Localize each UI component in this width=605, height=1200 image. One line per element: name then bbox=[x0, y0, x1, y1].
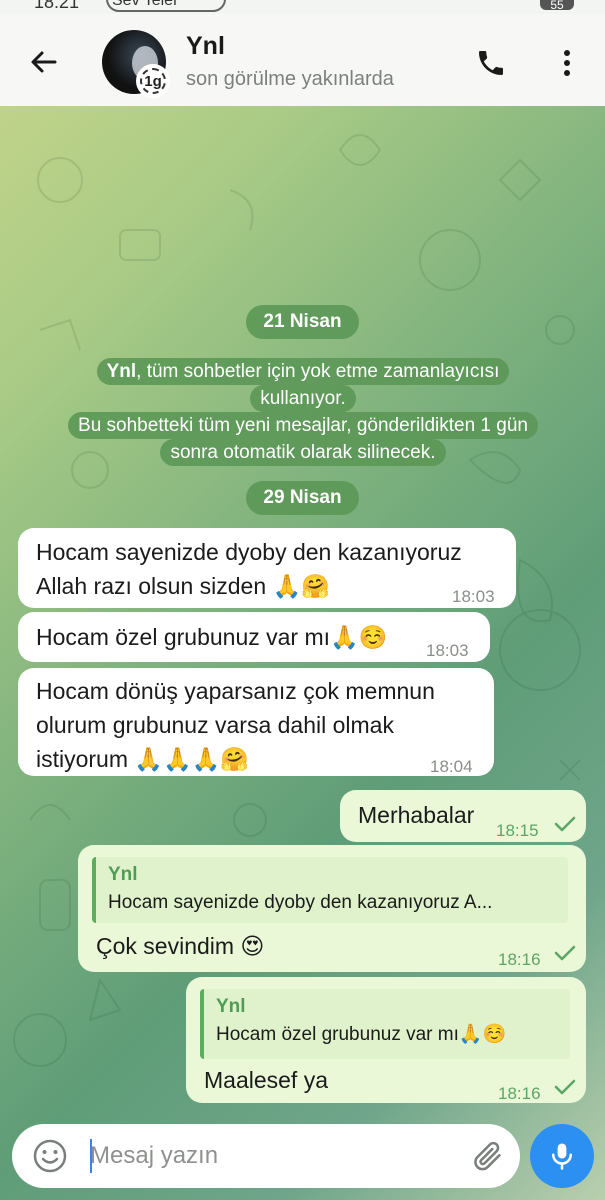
message-text: Çok sevindim 😍 bbox=[96, 933, 265, 959]
microphone-icon bbox=[552, 1143, 572, 1170]
message-time: 18:16 bbox=[498, 950, 541, 969]
contact-name[interactable]: Ynl bbox=[186, 32, 225, 61]
incoming-message[interactable]: Hocam özel grubunuz var mı🙏☺️ 18:03 bbox=[18, 612, 490, 662]
service-text-1: , tüm sohbetler için yok etme zamanlayıc… bbox=[136, 361, 500, 382]
reply-quote[interactable]: Ynl Hocam özel grubunuz var mı🙏☺️ bbox=[200, 989, 570, 1059]
message-time: 18:03 bbox=[426, 641, 469, 660]
incoming-message[interactable]: Hocam dönüş yaparsanız çok memnun olurum… bbox=[18, 668, 494, 776]
more-vertical-icon bbox=[564, 50, 570, 76]
reply-text: Hocam sayenizde dyoby den kazanıyoruz A.… bbox=[108, 892, 493, 913]
status-time: 18:21 bbox=[34, 0, 80, 12]
attach-button[interactable] bbox=[468, 1136, 508, 1176]
reply-quote[interactable]: Ynl Hocam sayenizde dyoby den kazanıyoru… bbox=[92, 857, 568, 923]
back-arrow-icon bbox=[31, 51, 57, 73]
more-options-button[interactable] bbox=[550, 42, 584, 84]
service-text-3: Bu sohbetteki tüm yeni mesajlar, gönderi… bbox=[68, 412, 538, 439]
message-time: 18:15 bbox=[496, 821, 539, 840]
message-text: olurum grubunuz varsa dahil olmak bbox=[36, 712, 394, 738]
outgoing-message[interactable]: Merhabalar 18:15 bbox=[340, 790, 586, 842]
outgoing-message[interactable]: Ynl Hocam özel grubunuz var mı🙏☺️ Maales… bbox=[186, 977, 586, 1103]
message-text: Hocam dönüş yaparsanız çok memnun bbox=[36, 678, 435, 704]
date-separator: 21 Nisan bbox=[246, 305, 359, 339]
reply-author: Ynl bbox=[108, 864, 138, 885]
reply-text: Hocam özel grubunuz var mı🙏☺️ bbox=[216, 1024, 507, 1045]
message-time: 18:03 bbox=[452, 587, 495, 606]
message-time: 18:04 bbox=[430, 757, 473, 776]
emoji-icon bbox=[33, 1139, 67, 1173]
self-destruct-timer-badge: 1g bbox=[136, 64, 170, 98]
call-button[interactable] bbox=[470, 42, 512, 84]
message-composer bbox=[12, 1124, 520, 1188]
message-text: Allah razı olsun sizden 🙏🤗 bbox=[36, 573, 330, 599]
service-text-2: kullanıyor. bbox=[250, 385, 356, 412]
phone-icon bbox=[479, 51, 503, 75]
back-button[interactable] bbox=[22, 40, 66, 84]
service-contact-name: Ynl bbox=[106, 361, 137, 382]
status-label: Sev Teler bbox=[112, 0, 179, 9]
message-text: Merhabalar bbox=[358, 802, 475, 828]
chat-header: 1g Ynl son görülme yakınlarda bbox=[0, 14, 605, 106]
reply-author: Ynl bbox=[216, 996, 246, 1017]
service-message: Ynl, tüm sohbetler için yok etme zamanla… bbox=[24, 352, 582, 466]
service-text-4: sonra otomatik olarak silinecek. bbox=[160, 439, 446, 466]
incoming-message[interactable]: Hocam sayenizde dyoby den kazanıyoruz Al… bbox=[18, 528, 516, 608]
emoji-button[interactable] bbox=[30, 1136, 70, 1176]
contact-status: son görülme yakınlarda bbox=[186, 68, 394, 90]
outgoing-message[interactable]: Ynl Hocam sayenizde dyoby den kazanıyoru… bbox=[78, 845, 586, 972]
message-text: Hocam özel grubunuz var mı🙏☺️ bbox=[36, 624, 388, 650]
voice-record-button[interactable] bbox=[530, 1124, 594, 1188]
message-time: 18:16 bbox=[498, 1084, 541, 1103]
message-input[interactable] bbox=[90, 1134, 450, 1178]
battery-indicator: 55 bbox=[540, 0, 574, 12]
message-text: istiyorum 🙏🙏🙏🤗 bbox=[36, 746, 249, 772]
date-separator: 29 Nisan bbox=[246, 481, 359, 515]
message-text: Maalesef ya bbox=[204, 1067, 329, 1093]
check-icon bbox=[554, 945, 576, 961]
check-icon bbox=[554, 1079, 576, 1095]
check-icon bbox=[554, 816, 576, 832]
timer-label: 1g bbox=[144, 72, 162, 90]
status-bar: 18:21 Sev Teler 55 bbox=[0, 0, 605, 14]
paperclip-icon bbox=[474, 1141, 501, 1171]
message-text: Hocam sayenizde dyoby den kazanıyoruz bbox=[36, 539, 462, 565]
